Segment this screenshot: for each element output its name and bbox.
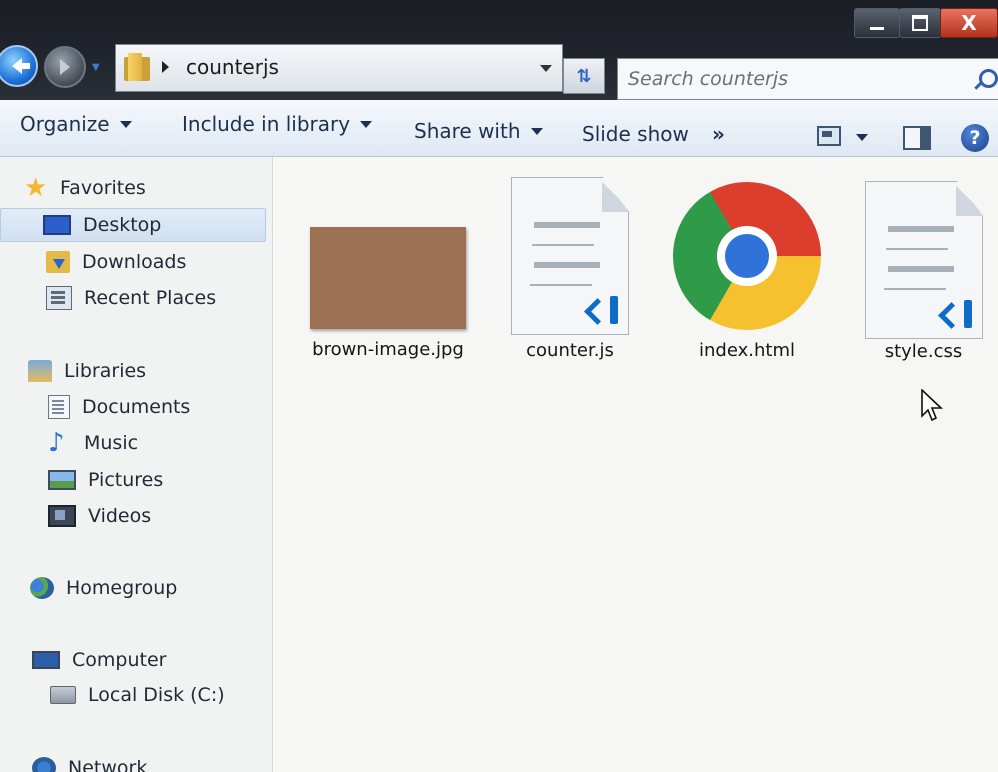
libraries-icon (28, 360, 52, 382)
vscode-logo-icon (938, 300, 972, 329)
nav-favorites[interactable]: ★ Favorites (24, 171, 146, 205)
nav-item-documents[interactable]: Documents (48, 390, 190, 424)
help-button[interactable]: ? (961, 124, 989, 152)
vscode-file-icon (511, 177, 629, 335)
vscode-logo-icon (584, 296, 618, 325)
command-toolbar: Organize Include in library Share with S… (0, 100, 998, 157)
file-item-brown-image[interactable]: brown-image.jpg (273, 157, 503, 377)
slide-show-button[interactable]: Slide show (582, 122, 689, 146)
nav-computer[interactable]: Computer (32, 643, 166, 677)
close-button[interactable]: X (940, 8, 998, 38)
nav-item-pictures[interactable]: Pictures (48, 463, 163, 497)
chevron-down-icon (119, 120, 132, 128)
nav-network-label: Network (68, 757, 148, 772)
maximize-icon (912, 15, 928, 31)
downloads-folder-icon (46, 251, 70, 273)
back-button[interactable] (0, 45, 38, 87)
more-commands-icon: » (712, 122, 725, 146)
explorer-window: X ▼ counterjs ⇅ Organize (0, 0, 998, 772)
nav-item-videos[interactable]: Videos (48, 499, 151, 533)
homegroup-icon (30, 577, 54, 599)
file-name: index.html (699, 340, 795, 361)
share-with-label: Share with (414, 119, 521, 143)
nav-item-downloads[interactable]: Downloads (46, 245, 186, 279)
navigation-pane: ★ Favorites Desktop Downloads Recent Pla… (0, 157, 273, 772)
nav-item-label: Documents (82, 396, 191, 418)
image-thumbnail (310, 227, 466, 329)
maximize-button[interactable] (899, 8, 941, 38)
share-with-button[interactable]: Share with (414, 119, 543, 143)
file-name: brown-image.jpg (312, 339, 464, 360)
nav-item-label: Pictures (88, 469, 164, 491)
film-icon (48, 505, 76, 527)
vscode-file-icon (865, 181, 983, 339)
refresh-arrows-icon: ⇅ (576, 65, 592, 87)
network-icon (32, 757, 56, 772)
recent-pages-dropdown[interactable]: ▼ (92, 62, 100, 73)
search-input[interactable] (626, 65, 960, 93)
refresh-button[interactable]: ⇅ (563, 58, 605, 94)
recent-places-icon (46, 286, 72, 310)
file-name: style.css (884, 341, 963, 362)
computer-icon (32, 651, 60, 669)
preview-pane-icon[interactable] (903, 126, 931, 150)
nav-item-recent-places[interactable]: Recent Places (46, 281, 216, 315)
address-dropdown-icon[interactable] (540, 65, 552, 72)
close-icon: X (961, 11, 977, 35)
nav-item-label: Downloads (82, 251, 187, 273)
include-in-library-button[interactable]: Include in library (182, 112, 373, 136)
help-icon: ? (969, 127, 981, 149)
nav-item-label: Recent Places (84, 287, 217, 309)
file-item-counter-js[interactable]: counter.js (495, 157, 645, 377)
include-in-library-label: Include in library (182, 112, 351, 136)
minimize-icon (870, 26, 884, 30)
more-commands-button[interactable]: » (712, 122, 725, 146)
desktop-icon (43, 215, 71, 235)
chrome-logo-icon (673, 182, 821, 330)
search-icon[interactable] (979, 69, 998, 88)
title-bar: X ▼ counterjs ⇅ (0, 0, 998, 100)
file-list: brown-image.jpg counter.js index.html st… (273, 157, 998, 772)
document-icon (48, 395, 70, 419)
pictures-icon (48, 470, 76, 490)
music-note-icon: ♪ (48, 428, 65, 458)
nav-libraries[interactable]: Libraries (28, 354, 146, 388)
folder-icon (124, 53, 150, 81)
nav-computer-label: Computer (72, 649, 167, 671)
organize-button[interactable]: Organize (20, 112, 132, 136)
star-icon: ★ (24, 173, 48, 203)
nav-item-label: Desktop (83, 214, 162, 236)
back-arrow-icon (12, 58, 30, 74)
breadcrumb-chevron-icon[interactable] (162, 61, 169, 73)
organize-label: Organize (20, 112, 110, 136)
chevron-down-icon (360, 120, 373, 128)
nav-item-music[interactable]: ♪ Music (48, 426, 138, 460)
nav-libraries-label: Libraries (64, 360, 147, 382)
change-view-icon[interactable] (817, 126, 841, 146)
slide-show-label: Slide show (582, 122, 689, 146)
nav-homegroup[interactable]: Homegroup (30, 571, 177, 605)
nav-item-label: Videos (88, 505, 152, 527)
forward-button[interactable] (44, 46, 86, 88)
file-item-index-html[interactable]: index.html (665, 157, 829, 377)
window-controls: X (854, 8, 998, 38)
hard-disk-icon (50, 686, 76, 704)
nav-network[interactable]: Network (32, 751, 147, 772)
search-box (617, 58, 998, 100)
nav-item-label: Music (84, 432, 139, 454)
chevron-down-icon (530, 127, 543, 135)
breadcrumb-folder[interactable]: counterjs (186, 55, 279, 79)
nav-item-local-disk[interactable]: Local Disk (C:) (50, 678, 225, 712)
file-item-style-css[interactable]: style.css (849, 157, 998, 377)
forward-arrow-icon (60, 59, 70, 75)
minimize-button[interactable] (854, 8, 900, 38)
nav-homegroup-label: Homegroup (66, 577, 178, 599)
nav-item-label: Local Disk (C:) (88, 684, 225, 706)
chevron-down-icon[interactable] (856, 134, 868, 141)
nav-favorites-label: Favorites (60, 177, 146, 199)
nav-item-desktop[interactable]: Desktop (0, 208, 266, 242)
file-name: counter.js (526, 340, 614, 361)
address-bar[interactable]: counterjs (115, 44, 563, 92)
